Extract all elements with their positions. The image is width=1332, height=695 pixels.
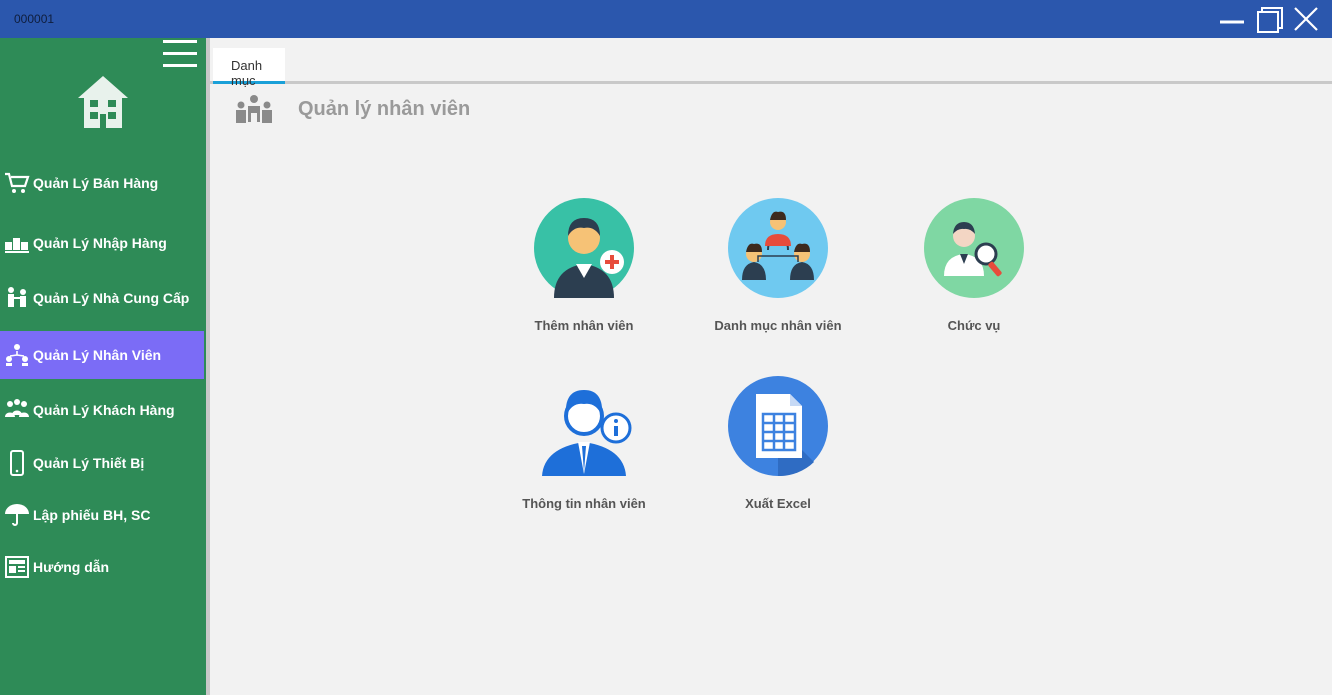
- import-goods-icon: [4, 230, 30, 256]
- tile-label: Thêm nhân viên: [534, 318, 634, 333]
- tab-danh-muc[interactable]: Danh mục: [213, 48, 285, 88]
- sidebar-item-thiet-bi[interactable]: Quản Lý Thiết Bị: [0, 439, 204, 487]
- sidebar-item-ban-hang[interactable]: Quản Lý Bán Hàng: [0, 159, 204, 207]
- staff-group-icon: [236, 95, 272, 123]
- add-employee-icon: [534, 198, 634, 298]
- sidebar-item-nha-cung-cap[interactable]: Quản Lý Nhà Cung Cấp: [0, 274, 204, 322]
- position-button[interactable]: Chức vụ: [884, 198, 1064, 348]
- tile-label: Danh mục nhân viên: [714, 318, 842, 333]
- cart-icon: [4, 170, 30, 196]
- employee-list-button[interactable]: Danh mục nhân viên: [688, 198, 868, 348]
- tile-label: Chức vụ: [947, 318, 1001, 333]
- tile-label: Xuất Excel: [745, 496, 811, 511]
- maximize-icon: [1257, 7, 1283, 33]
- sidebar-item-nhap-hang[interactable]: Quản Lý Nhập Hàng: [0, 219, 204, 267]
- sidebar-item-lap-phieu[interactable]: Lập phiếu BH, SC: [0, 491, 204, 539]
- window-title: 000001: [14, 12, 55, 26]
- employee-network-icon: [4, 342, 30, 368]
- maximize-button[interactable]: [1254, 6, 1284, 34]
- employee-info-icon: [542, 390, 632, 476]
- tab-label: Danh mục: [231, 58, 263, 88]
- sidebar-item-khach-hang[interactable]: Quản Lý Khách Hàng: [0, 386, 204, 434]
- customers-icon: [4, 397, 30, 423]
- employee-info-button[interactable]: Thông tin nhân viên: [494, 376, 674, 526]
- supplier-icon: [4, 285, 30, 311]
- phone-device-icon: [4, 450, 30, 476]
- page-title: Quản lý nhân viên: [298, 98, 471, 120]
- hamburger-icon: [163, 40, 197, 43]
- umbrella-icon: [4, 502, 30, 528]
- excel-sheet-icon: [728, 376, 828, 476]
- main-content: Danh mục Quản lý nhân viên Thêm nhân viê…: [210, 38, 1332, 695]
- newspaper-icon: [4, 554, 30, 580]
- minimize-icon: [1220, 20, 1244, 24]
- export-excel-button[interactable]: Xuất Excel: [688, 376, 868, 526]
- add-employee-button[interactable]: Thêm nhân viên: [494, 198, 674, 348]
- employee-list-icon: [728, 198, 828, 298]
- close-icon: [1294, 7, 1318, 31]
- sidebar-item-huong-dan[interactable]: Hướng dẫn: [0, 543, 204, 591]
- tab-strip: Danh mục: [210, 38, 1332, 88]
- sidebar-item-nhan-vien[interactable]: Quản Lý Nhân Viên: [0, 331, 204, 379]
- title-bar: 000001: [0, 0, 1332, 38]
- menu-toggle-button[interactable]: [162, 38, 198, 72]
- close-button[interactable]: [1291, 6, 1321, 34]
- tile-label: Thông tin nhân viên: [522, 496, 646, 511]
- home-icon[interactable]: [76, 74, 130, 130]
- minimize-button[interactable]: [1217, 6, 1247, 34]
- position-search-icon: [924, 198, 1024, 298]
